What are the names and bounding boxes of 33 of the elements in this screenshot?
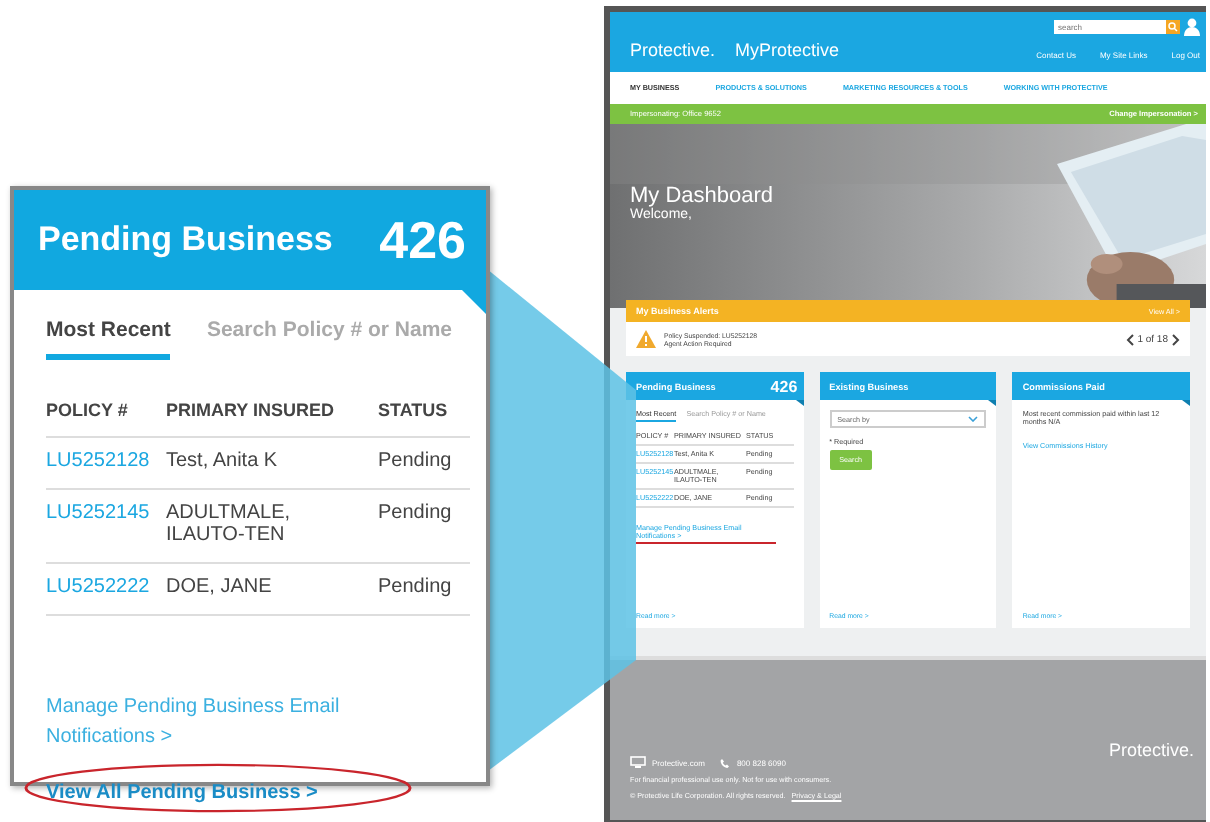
policy-link[interactable]: LU5252145 — [46, 502, 166, 546]
phone-icon — [720, 757, 731, 767]
search-icon — [1168, 22, 1178, 32]
corner-fold — [1181, 400, 1190, 406]
table-cell-text: ADULTMALE, ILAUTO-TEN — [166, 502, 293, 546]
dashboard-title: My Dashboard — [630, 184, 774, 208]
tab[interactable]: Most Recent — [46, 318, 171, 360]
previous-icon[interactable] — [1125, 333, 1134, 345]
app-name: MyProtective — [735, 40, 840, 60]
table-cell-text: DOE, JANE — [166, 576, 274, 598]
tab[interactable]: Search Policy # or Name — [206, 318, 452, 360]
user-icon[interactable] — [1184, 18, 1200, 36]
corner-fold — [795, 400, 804, 406]
table-cell-text: Pending — [378, 450, 454, 472]
monitor-icon — [630, 756, 646, 768]
column-header: STATUS — [378, 400, 450, 420]
column-header: POLICY # — [46, 400, 130, 420]
site-logo[interactable]: Protective. — [630, 40, 716, 60]
chevron-down-icon — [968, 416, 979, 422]
pending-count: 426 — [770, 377, 798, 395]
table-cell-text: Test, Anita K — [166, 450, 280, 472]
column-header: PRIMARY INSURED — [166, 400, 337, 420]
pending-count: 426 — [379, 209, 466, 271]
policy-link[interactable]: LU5252128 — [46, 450, 166, 472]
table-cell-text: Pending — [378, 502, 454, 528]
table-cell-text: Pending — [378, 576, 454, 598]
warning-icon — [636, 330, 656, 348]
next-icon[interactable] — [1172, 333, 1180, 345]
policy-link[interactable]: LU5252222 — [46, 576, 166, 598]
footer-logo: Protective. — [1108, 740, 1194, 760]
corner-fold — [988, 400, 997, 406]
manage-notifications-link[interactable]: Manage Pending Business Email Notifications > — [46, 692, 446, 752]
card-title: Pending Business — [38, 220, 333, 260]
